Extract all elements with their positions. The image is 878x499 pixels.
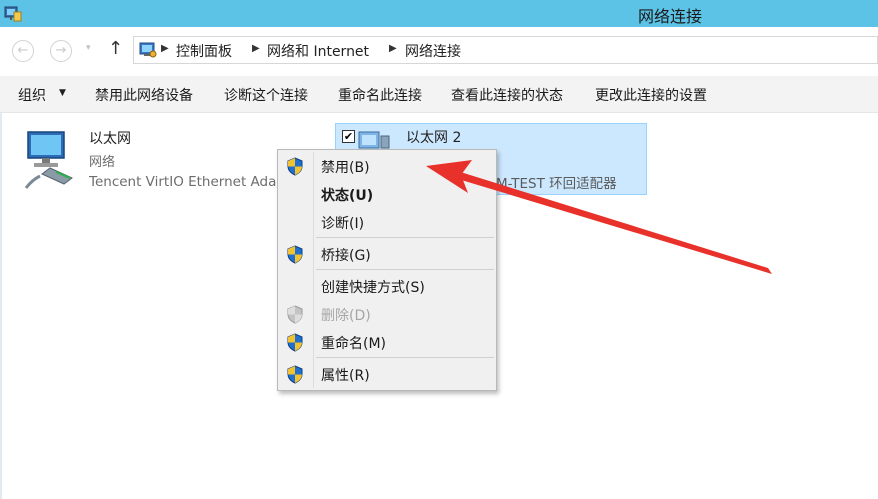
network-adapter-icon <box>24 131 73 189</box>
menu-separator <box>316 237 494 238</box>
uac-shield-icon <box>287 365 303 384</box>
menu-item-label: 状态(U) <box>321 188 374 204</box>
adapter-description: M-TEST 环回适配器 <box>496 176 617 192</box>
breadcrumb-network-internet[interactable]: 网络和 Internet <box>267 41 369 61</box>
window-title: 网络连接 <box>637 7 702 26</box>
network-adapter-icon <box>358 131 390 149</box>
menu-item-status[interactable]: 状态(U) <box>280 181 494 207</box>
pane-border <box>0 113 2 499</box>
menu-item-bridge[interactable]: 桥接(G) <box>280 241 494 267</box>
uac-shield-icon <box>287 305 303 324</box>
selection-checkbox[interactable]: ✔ <box>342 130 355 143</box>
adapter-description: Tencent VirtIO Ethernet Adapter <box>89 174 284 190</box>
network-connections-icon <box>4 6 22 22</box>
rename-connection-button[interactable]: 重命名此连接 <box>338 85 422 105</box>
adapter-name: 以太网 2 <box>406 130 462 146</box>
menu-item-label: 删除(D) <box>321 308 371 324</box>
organize-button[interactable]: 组织 <box>18 85 46 105</box>
menu-item-label: 诊断(I) <box>321 216 365 232</box>
breadcrumb-separator[interactable]: ▶ <box>161 43 169 54</box>
uac-shield-icon <box>287 245 303 264</box>
diagnose-connection-button[interactable]: 诊断这个连接 <box>224 85 308 105</box>
view-status-button[interactable]: 查看此连接的状态 <box>451 85 563 105</box>
adapter-status: 网络 <box>89 155 116 170</box>
forward-button[interactable]: → <box>50 40 72 62</box>
title-bar: 网络连接 <box>0 0 878 27</box>
menu-separator <box>316 357 494 358</box>
menu-item-label: 桥接(G) <box>321 248 371 264</box>
menu-item-diagnose[interactable]: 诊断(I) <box>280 209 494 235</box>
menu-item-delete: 删除(D) <box>280 301 494 327</box>
menu-item-create-shortcut[interactable]: 创建快捷方式(S) <box>280 273 494 299</box>
uac-shield-icon <box>287 333 303 352</box>
disable-device-button[interactable]: 禁用此网络设备 <box>95 85 193 105</box>
context-menu: 禁用(B) 状态(U) 诊断(I) 桥接(G) 创建快捷方式(S) 删除(D) <box>277 149 497 391</box>
breadcrumb-separator[interactable]: ▶ <box>389 43 397 54</box>
breadcrumb-separator[interactable]: ▶ <box>252 43 260 54</box>
menu-item-disable[interactable]: 禁用(B) <box>280 153 494 179</box>
menu-item-label: 创建快捷方式(S) <box>321 280 425 296</box>
navigation-bar: ← → ▾ ↑ ▶ 控制面板 ▶ 网络和 Internet ▶ 网络连接 <box>0 27 878 73</box>
back-button[interactable]: ← <box>12 40 34 62</box>
change-settings-button[interactable]: 更改此连接的设置 <box>595 85 707 105</box>
adapter-ethernet[interactable]: 以太网 网络 Tencent VirtIO Ethernet Adapter <box>18 124 288 194</box>
command-bar: 组织 ▼ 禁用此网络设备 诊断这个连接 重命名此连接 查看此连接的状态 更改此连… <box>0 76 878 113</box>
uac-shield-icon <box>287 157 303 176</box>
breadcrumb-network-connections[interactable]: 网络连接 <box>405 41 461 61</box>
menu-item-label: 属性(R) <box>321 368 370 384</box>
address-bar[interactable]: ▶ 控制面板 ▶ 网络和 Internet ▶ 网络连接 <box>133 36 878 64</box>
chevron-down-icon[interactable]: ▼ <box>59 88 66 98</box>
menu-separator <box>316 269 494 270</box>
menu-item-label: 禁用(B) <box>321 160 370 176</box>
adapter-name: 以太网 <box>89 131 131 147</box>
breadcrumb-control-panel[interactable]: 控制面板 <box>176 41 232 61</box>
menu-item-label: 重命名(M) <box>321 336 387 352</box>
up-button[interactable]: ↑ <box>108 38 123 59</box>
recent-locations-dropdown[interactable]: ▾ <box>86 43 91 53</box>
menu-item-rename[interactable]: 重命名(M) <box>280 329 494 355</box>
control-panel-icon <box>139 42 157 58</box>
menu-item-properties[interactable]: 属性(R) <box>280 361 494 387</box>
